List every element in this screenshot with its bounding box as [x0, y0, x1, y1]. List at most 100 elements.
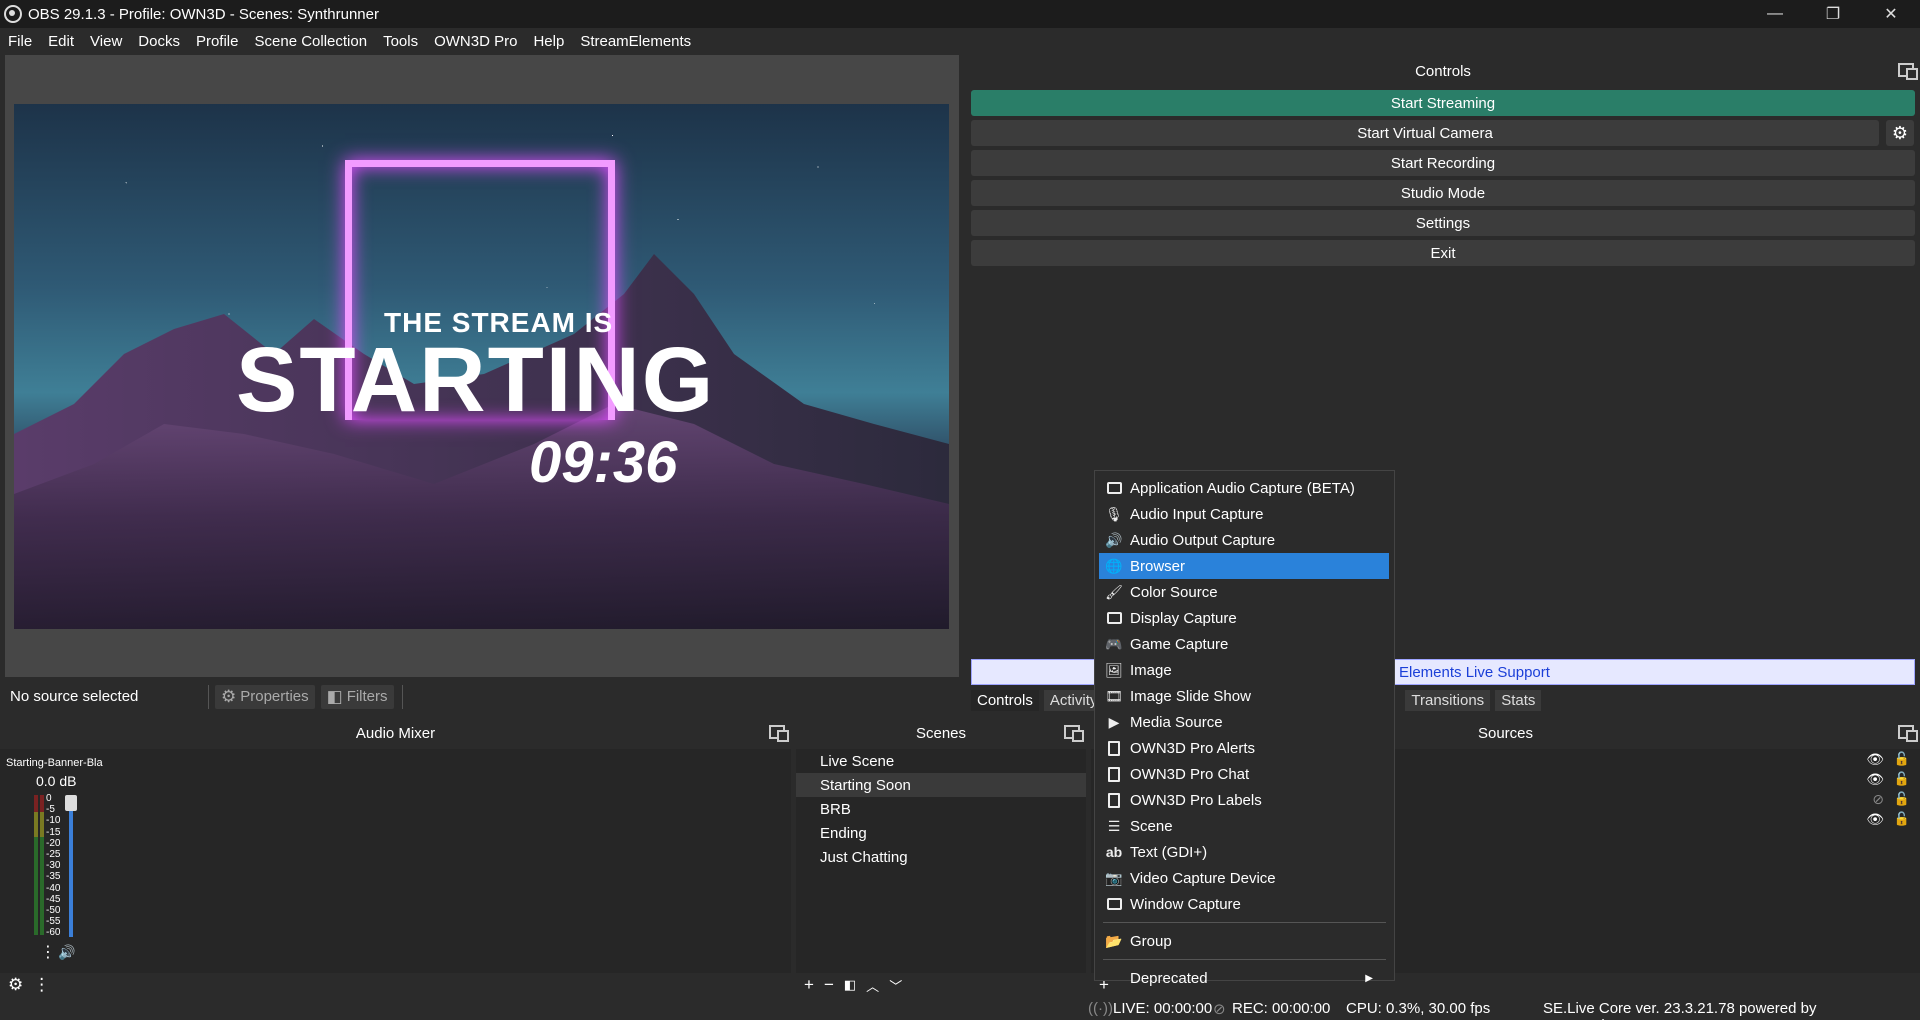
menu-item-application-audio-capture[interactable]: Application Audio Capture (BETA)	[1099, 475, 1389, 501]
speaker-icon[interactable]: 🔊	[58, 944, 75, 961]
source-toolbar: No source selected ⚙ Properties ◧ Filter…	[0, 680, 965, 713]
menu-item-image-slide-show[interactable]: 🎞 Image Slide Show	[1099, 683, 1389, 709]
menu-item-own3d-pro-chat[interactable]: OWN3D Pro Chat	[1099, 761, 1389, 787]
start-streaming-button[interactable]: Start Streaming	[971, 90, 1915, 116]
menu-item-own3d-pro-labels[interactable]: OWN3D Pro Labels	[1099, 787, 1389, 813]
microphone-icon: 🎙	[1105, 505, 1123, 522]
menu-item-label: OWN3D Pro Alerts	[1130, 739, 1256, 757]
move-down-icon[interactable]: ﹀	[889, 976, 902, 995]
virtual-camera-settings-icon[interactable]: ⚙	[1886, 120, 1914, 146]
menu-scene-collection[interactable]: Scene Collection	[247, 33, 376, 50]
menu-item-game-capture[interactable]: 🎮 Game Capture	[1099, 631, 1389, 657]
remove-icon[interactable]: −	[824, 975, 834, 995]
camera-icon: 📷	[1105, 869, 1123, 886]
scene-item[interactable]: Just Chatting	[796, 845, 1086, 869]
window-controls: — ❐ ✕	[1746, 0, 1920, 28]
cpu-fps: CPU: 0.3%, 30.00 fps	[1346, 1000, 1491, 1017]
mixer-db-value: 0.0 dB	[36, 773, 77, 789]
menu-item-media-source[interactable]: ▶ Media Source	[1099, 709, 1389, 735]
menu-item-group[interactable]: 📂 Group	[1099, 928, 1389, 954]
lock-icon[interactable]: 🔓	[1894, 811, 1910, 827]
scene-item-selected[interactable]: Starting Soon	[796, 773, 1086, 797]
tab-transitions[interactable]: Transitions	[1405, 689, 1491, 711]
menu-item-deprecated[interactable]: Deprecated ▶	[1099, 965, 1389, 991]
version-info: SE.Live Core ver. 23.3.21.78 powered by …	[1543, 1000, 1817, 1020]
eye-icon[interactable]: 👁	[1866, 751, 1884, 768]
menu-tools[interactable]: Tools	[375, 33, 426, 50]
scale-tick: -45	[46, 893, 61, 905]
eye-icon[interactable]: 👁	[1866, 811, 1884, 828]
lock-icon[interactable]: 🔓	[1894, 771, 1910, 787]
settings-button[interactable]: Settings	[971, 210, 1915, 236]
menu-edit[interactable]: Edit	[40, 33, 82, 50]
scene-item[interactable]: Live Scene	[796, 749, 1086, 773]
menu-item-scene[interactable]: ☰ Scene	[1099, 813, 1389, 839]
menu-view[interactable]: View	[82, 33, 130, 50]
undock-icon[interactable]	[1898, 63, 1918, 80]
volume-fader-handle[interactable]	[65, 795, 77, 811]
minimize-button[interactable]: —	[1746, 0, 1804, 28]
tab-stats[interactable]: Stats	[1495, 689, 1542, 711]
menu-streamelements[interactable]: StreamElements	[572, 33, 699, 50]
add-icon[interactable]: +	[804, 975, 814, 995]
volume-fader-track[interactable]	[69, 797, 73, 937]
restore-button[interactable]: ❐	[1804, 0, 1862, 28]
obs-window: OBS 29.1.3 - Profile: OWN3D - Scenes: Sy…	[0, 0, 1920, 1020]
menu-separator	[1103, 959, 1386, 960]
menu-item-window-capture[interactable]: Window Capture	[1099, 891, 1389, 917]
menu-item-image[interactable]: 🖼 Image	[1099, 657, 1389, 683]
scale-tick: -15	[46, 826, 61, 838]
move-up-icon[interactable]: ︿	[866, 976, 879, 995]
menu-own3d-pro[interactable]: OWN3D Pro	[426, 33, 525, 50]
menu-item-own3d-pro-alerts[interactable]: OWN3D Pro Alerts	[1099, 735, 1389, 761]
start-recording-button[interactable]: Start Recording	[971, 150, 1915, 176]
live-timer: LIVE: 00:00:00	[1113, 1000, 1213, 1017]
scene-item[interactable]: BRB	[796, 797, 1086, 821]
menu-file[interactable]: File	[0, 33, 40, 50]
meter-scale: 0 -5 -10 -15 -20 -25 -30 -35 -40 -45 -50…	[46, 793, 60, 939]
submenu-arrow-icon: ▶	[1365, 972, 1373, 984]
kebab-menu-icon[interactable]: ⋮	[33, 975, 50, 995]
exit-button[interactable]: Exit	[971, 240, 1915, 266]
lock-icon[interactable]: 🔓	[1894, 791, 1910, 807]
undock-icon[interactable]	[769, 725, 789, 742]
undock-icon[interactable]	[1064, 725, 1084, 742]
menu-help[interactable]: Help	[525, 33, 572, 50]
scene-item[interactable]: Ending	[796, 821, 1086, 845]
preview-area[interactable]: THE STREAM IS STARTING 09:36	[5, 55, 959, 677]
properties-button[interactable]: ⚙ Properties	[215, 684, 315, 709]
add-source-menu: Application Audio Capture (BETA) 🎙 Audio…	[1094, 470, 1395, 987]
menu-item-text-gdi[interactable]: ab Text (GDI+)	[1099, 839, 1389, 865]
tab-controls[interactable]: Controls	[971, 689, 1039, 711]
eye-icon[interactable]: 👁	[1866, 771, 1884, 788]
filters-button[interactable]: ◧ Filters	[320, 684, 394, 709]
scene-preview[interactable]: THE STREAM IS STARTING 09:36	[14, 104, 949, 629]
menu-item-audio-input-capture[interactable]: 🎙 Audio Input Capture	[1099, 501, 1389, 527]
status-bar: ((·)) LIVE: 00:00:00 ⊘ REC: 00:00:00 CPU…	[0, 998, 1920, 1020]
menu-item-color-source[interactable]: 🖌 Color Source	[1099, 579, 1389, 605]
menu-bar: File Edit View Docks Profile Scene Colle…	[0, 28, 1920, 55]
list-icon: ☰	[1107, 817, 1121, 834]
preview-line2: STARTING	[236, 329, 716, 431]
preview-countdown: 09:36	[529, 430, 678, 495]
menu-item-display-capture[interactable]: Display Capture	[1099, 605, 1389, 631]
menu-separator	[1103, 922, 1386, 923]
scene-filters-icon[interactable]: ◧	[844, 977, 856, 993]
start-virtual-camera-button[interactable]: Start Virtual Camera	[971, 120, 1879, 146]
advanced-audio-icon[interactable]: ⚙	[8, 975, 23, 995]
eye-hidden-icon[interactable]: ⊘	[1872, 791, 1884, 808]
menu-item-audio-output-capture[interactable]: 🔊 Audio Output Capture	[1099, 527, 1389, 553]
kebab-menu-icon[interactable]: ⋮	[40, 942, 56, 962]
menu-item-browser[interactable]: 🌐 Browser	[1099, 553, 1389, 579]
gamepad-icon: 🎮	[1105, 635, 1123, 652]
menu-profile[interactable]: Profile	[188, 33, 247, 50]
lock-icon[interactable]: 🔓	[1894, 751, 1910, 767]
menu-item-video-capture-device[interactable]: 📷 Video Capture Device	[1099, 865, 1389, 891]
document-icon	[1104, 791, 1124, 809]
record-icon: ⊘	[1213, 1001, 1226, 1018]
studio-mode-button[interactable]: Studio Mode	[971, 180, 1915, 206]
close-button[interactable]: ✕	[1862, 0, 1920, 28]
undock-icon[interactable]	[1898, 725, 1918, 742]
menu-item-label: OWN3D Pro Labels	[1130, 791, 1262, 809]
menu-docks[interactable]: Docks	[130, 33, 188, 50]
